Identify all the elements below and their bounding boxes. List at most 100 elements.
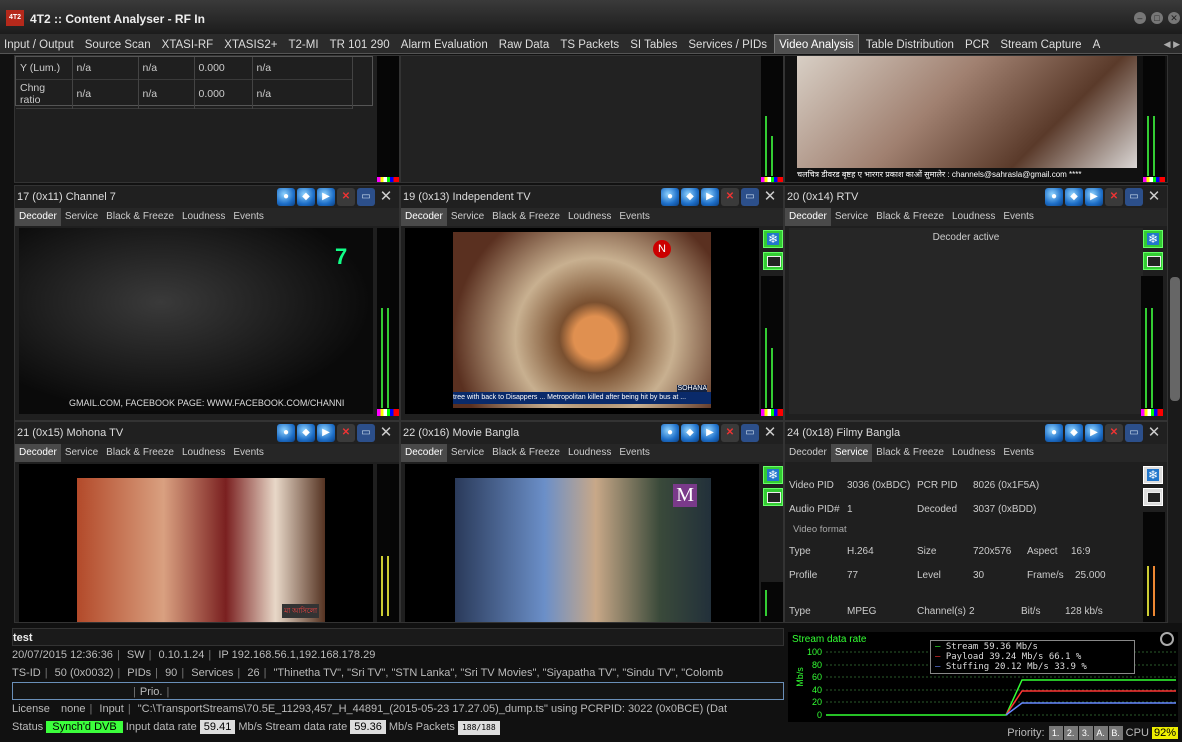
display-icon[interactable] bbox=[763, 252, 783, 270]
display-icon[interactable] bbox=[1143, 488, 1163, 506]
tab-xtasis2[interactable]: XTASIS2+ bbox=[220, 35, 281, 53]
subtab-loudness[interactable]: Loudness bbox=[564, 208, 615, 226]
subtab-service[interactable]: Service bbox=[61, 208, 102, 226]
settings-tools-icon[interactable]: ✕ bbox=[1145, 188, 1163, 206]
tab-source-scan[interactable]: Source Scan bbox=[81, 35, 155, 53]
display-icon[interactable] bbox=[763, 488, 783, 506]
subtab-loudness[interactable]: Loudness bbox=[178, 444, 229, 462]
subtab-decoder[interactable]: Decoder bbox=[401, 208, 447, 226]
tab-t2-mi[interactable]: T2-MI bbox=[285, 35, 323, 53]
monitor-icon[interactable]: ▭ bbox=[1125, 188, 1143, 206]
snapshot-icon[interactable]: ◆ bbox=[297, 424, 315, 442]
subtab-events[interactable]: Events bbox=[999, 444, 1038, 462]
mute-icon[interactable]: ✕ bbox=[337, 188, 355, 206]
subtab-service[interactable]: Service bbox=[447, 444, 488, 462]
minimize-icon[interactable]: – bbox=[1133, 12, 1146, 24]
subtab-decoder[interactable]: Decoder bbox=[15, 444, 61, 462]
monitor-icon[interactable]: ▭ bbox=[357, 188, 375, 206]
snapshot-icon[interactable]: ◆ bbox=[681, 424, 699, 442]
tab-raw-data[interactable]: Raw Data bbox=[495, 35, 554, 53]
subtab-service[interactable]: Service bbox=[447, 208, 488, 226]
subtab-loudness[interactable]: Loudness bbox=[948, 208, 999, 226]
subtab-events[interactable]: Events bbox=[999, 208, 1038, 226]
tab-scroll-arrows-icon[interactable]: ◀ ▶ bbox=[1164, 34, 1180, 53]
mute-icon[interactable]: ✕ bbox=[1105, 188, 1123, 206]
settings-tools-icon[interactable]: ✕ bbox=[377, 188, 395, 206]
tab-tr-101-290[interactable]: TR 101 290 bbox=[326, 35, 394, 53]
freeze-icon[interactable] bbox=[763, 230, 783, 248]
monitor-icon[interactable]: ▭ bbox=[741, 188, 759, 206]
priority-2-button[interactable]: 2. bbox=[1063, 726, 1078, 740]
snapshot-icon[interactable]: ◆ bbox=[297, 188, 315, 206]
tab-video-analysis[interactable]: Video Analysis bbox=[774, 34, 859, 53]
subtab-loudness[interactable]: Loudness bbox=[178, 208, 229, 226]
prio-line[interactable]: | Prio. | bbox=[12, 682, 784, 700]
display-icon[interactable] bbox=[1143, 252, 1163, 270]
record-icon[interactable]: ● bbox=[661, 424, 679, 442]
monitor-icon[interactable]: ▭ bbox=[741, 424, 759, 442]
subtab-black-freeze[interactable]: Black & Freeze bbox=[102, 208, 178, 226]
monitor-icon[interactable]: ▭ bbox=[357, 424, 375, 442]
tab-pcr[interactable]: PCR bbox=[961, 35, 993, 53]
monitor-icon[interactable]: ▭ bbox=[1125, 424, 1143, 442]
subtab-black-freeze[interactable]: Black & Freeze bbox=[488, 444, 564, 462]
snapshot-icon[interactable]: ◆ bbox=[1065, 424, 1083, 442]
subtab-events[interactable]: Events bbox=[615, 444, 654, 462]
play-icon[interactable]: ▶ bbox=[701, 188, 719, 206]
close-icon[interactable]: ✕ bbox=[1168, 12, 1180, 24]
subtab-decoder[interactable]: Decoder bbox=[785, 444, 831, 462]
subtab-loudness[interactable]: Loudness bbox=[564, 444, 615, 462]
freeze-icon[interactable] bbox=[763, 466, 783, 484]
record-icon[interactable]: ● bbox=[277, 188, 295, 206]
subtab-decoder[interactable]: Decoder bbox=[785, 208, 831, 226]
tab-table-distribution[interactable]: Table Distribution bbox=[862, 35, 958, 53]
subtab-black-freeze[interactable]: Black & Freeze bbox=[872, 444, 948, 462]
subtab-service[interactable]: Service bbox=[831, 208, 872, 226]
tab-overflow[interactable]: A bbox=[1089, 35, 1105, 53]
tab-input-output[interactable]: Input / Output bbox=[0, 35, 78, 53]
play-icon[interactable]: ▶ bbox=[1085, 188, 1103, 206]
record-icon[interactable]: ● bbox=[1045, 188, 1063, 206]
subtab-events[interactable]: Events bbox=[615, 208, 654, 226]
tab-stream-capture[interactable]: Stream Capture bbox=[996, 35, 1085, 53]
tab-services-pids[interactable]: Services / PIDs bbox=[684, 35, 771, 53]
priority-3-button[interactable]: 3. bbox=[1078, 726, 1093, 740]
mute-icon[interactable]: ✕ bbox=[1105, 424, 1123, 442]
freeze-icon[interactable] bbox=[1143, 466, 1163, 484]
mute-icon[interactable]: ✕ bbox=[721, 188, 739, 206]
play-icon[interactable]: ▶ bbox=[1085, 424, 1103, 442]
snapshot-icon[interactable]: ◆ bbox=[1065, 188, 1083, 206]
priority-b-button[interactable]: B. bbox=[1108, 726, 1123, 740]
tab-alarm-evaluation[interactable]: Alarm Evaluation bbox=[397, 35, 492, 53]
tab-xtasi-rf[interactable]: XTASI-RF bbox=[158, 35, 218, 53]
subtab-decoder[interactable]: Decoder bbox=[15, 208, 61, 226]
play-icon[interactable]: ▶ bbox=[317, 424, 335, 442]
settings-tools-icon[interactable]: ✕ bbox=[1145, 424, 1163, 442]
subtab-service[interactable]: Service bbox=[61, 444, 102, 462]
record-icon[interactable]: ● bbox=[277, 424, 295, 442]
mute-icon[interactable]: ✕ bbox=[337, 424, 355, 442]
subtab-loudness[interactable]: Loudness bbox=[948, 444, 999, 462]
tab-si-tables[interactable]: SI Tables bbox=[626, 35, 681, 53]
play-icon[interactable]: ▶ bbox=[317, 188, 335, 206]
tab-ts-packets[interactable]: TS Packets bbox=[556, 35, 623, 53]
record-icon[interactable]: ● bbox=[661, 188, 679, 206]
priority-a-button[interactable]: A. bbox=[1093, 726, 1108, 740]
record-icon[interactable]: ● bbox=[1045, 424, 1063, 442]
subtab-events[interactable]: Events bbox=[229, 208, 268, 226]
settings-tools-icon[interactable]: ✕ bbox=[761, 188, 779, 206]
subtab-black-freeze[interactable]: Black & Freeze bbox=[872, 208, 948, 226]
video-grid-scrollbar[interactable] bbox=[1168, 55, 1182, 623]
subtab-decoder[interactable]: Decoder bbox=[401, 444, 447, 462]
subtab-events[interactable]: Events bbox=[229, 444, 268, 462]
subtab-black-freeze[interactable]: Black & Freeze bbox=[102, 444, 178, 462]
settings-tools-icon[interactable]: ✕ bbox=[761, 424, 779, 442]
priority-1-button[interactable]: 1. bbox=[1048, 726, 1063, 740]
play-icon[interactable]: ▶ bbox=[701, 424, 719, 442]
maximize-icon[interactable]: □ bbox=[1150, 12, 1163, 24]
subtab-service[interactable]: Service bbox=[830, 444, 873, 462]
settings-tools-icon[interactable]: ✕ bbox=[377, 424, 395, 442]
snapshot-icon[interactable]: ◆ bbox=[681, 188, 699, 206]
mute-icon[interactable]: ✕ bbox=[721, 424, 739, 442]
zoom-icon[interactable] bbox=[1160, 632, 1174, 646]
